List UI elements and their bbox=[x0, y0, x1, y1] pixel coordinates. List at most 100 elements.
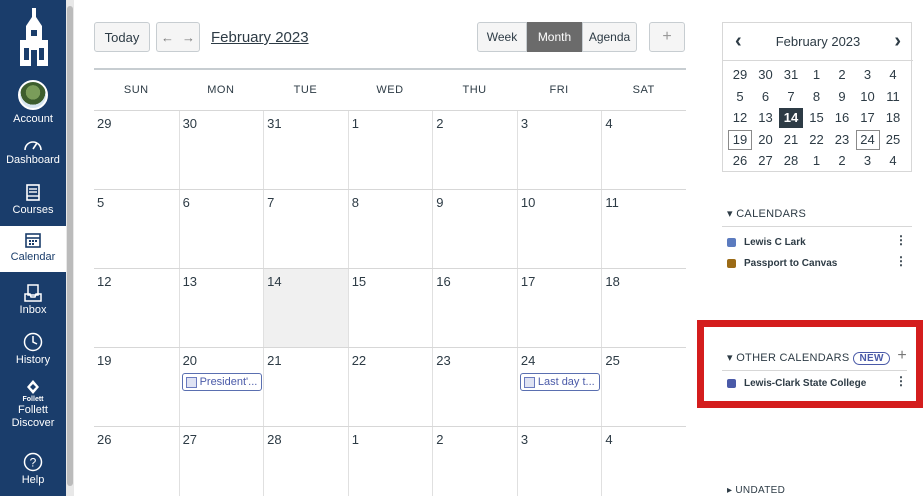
day-number[interactable]: 5 bbox=[97, 195, 104, 210]
mini-calendar-day[interactable]: 3 bbox=[856, 151, 880, 171]
calendar-item[interactable]: Lewis-Clark State College ⋮ bbox=[727, 374, 907, 392]
calendar-color-swatch[interactable] bbox=[727, 378, 736, 388]
day-cell[interactable]: 7 bbox=[263, 190, 348, 269]
nav-follett-discover[interactable]: Follett Follett Discover bbox=[0, 380, 66, 430]
mini-calendar-day[interactable]: 28 bbox=[779, 151, 803, 171]
mini-calendar-day[interactable]: 2 bbox=[830, 151, 854, 171]
nav-calendar[interactable]: Calendar bbox=[0, 226, 66, 272]
calendar-item[interactable]: Passport to Canvas ⋮ bbox=[727, 254, 907, 272]
mini-calendar-day[interactable]: 16 bbox=[830, 108, 854, 128]
add-event-button[interactable]: + bbox=[649, 22, 685, 52]
day-cell[interactable]: 17 bbox=[516, 269, 602, 348]
day-number[interactable]: 14 bbox=[267, 274, 281, 289]
day-number[interactable]: 29 bbox=[97, 116, 111, 131]
calendar-item[interactable]: Lewis C Lark ⋮ bbox=[727, 233, 907, 251]
day-cell[interactable]: 15 bbox=[347, 269, 433, 348]
day-cell[interactable]: 31 bbox=[263, 111, 348, 190]
day-number[interactable]: 28 bbox=[267, 432, 281, 447]
day-cell[interactable]: 10 bbox=[516, 190, 602, 269]
college-logo[interactable] bbox=[14, 6, 54, 68]
mini-calendar-day[interactable]: 4 bbox=[881, 151, 905, 171]
day-number[interactable]: 10 bbox=[521, 195, 535, 210]
day-number[interactable]: 23 bbox=[436, 353, 450, 368]
day-number[interactable]: 8 bbox=[352, 195, 359, 210]
month-title-link[interactable]: February 2023 bbox=[211, 29, 309, 46]
day-cell[interactable]: 6 bbox=[178, 190, 264, 269]
add-calendar-icon[interactable]: + bbox=[897, 347, 907, 365]
day-number[interactable]: 12 bbox=[97, 274, 111, 289]
mini-calendar-day[interactable]: 15 bbox=[805, 108, 829, 128]
mini-calendar-day[interactable]: 20 bbox=[754, 130, 778, 150]
prev-month-button[interactable]: ← bbox=[156, 22, 178, 52]
day-number[interactable]: 4 bbox=[605, 116, 612, 131]
day-number[interactable]: 30 bbox=[183, 116, 197, 131]
day-number[interactable]: 27 bbox=[183, 432, 197, 447]
mini-calendar-day[interactable]: 17 bbox=[856, 108, 880, 128]
calendar-color-swatch[interactable] bbox=[727, 258, 736, 268]
day-number[interactable]: 31 bbox=[267, 116, 281, 131]
mini-calendar-day[interactable]: 23 bbox=[830, 130, 854, 150]
day-number[interactable]: 25 bbox=[605, 353, 619, 368]
mini-calendar-day[interactable]: 2 bbox=[830, 65, 854, 85]
day-number[interactable]: 21 bbox=[267, 353, 281, 368]
week-view-tab[interactable]: Week bbox=[477, 22, 527, 52]
mini-calendar-day[interactable]: 12 bbox=[728, 108, 752, 128]
day-number[interactable]: 17 bbox=[521, 274, 535, 289]
mini-calendar-day[interactable]: 13 bbox=[754, 108, 778, 128]
day-number[interactable]: 19 bbox=[97, 353, 111, 368]
nav-scrollbar[interactable] bbox=[66, 0, 74, 496]
calendar-color-swatch[interactable] bbox=[727, 237, 736, 247]
day-number[interactable]: 1 bbox=[352, 116, 359, 131]
day-cell[interactable]: 18 bbox=[601, 269, 686, 348]
mini-calendar-day[interactable]: 5 bbox=[728, 87, 752, 107]
day-cell[interactable]: 22 bbox=[347, 348, 433, 427]
kebab-menu-icon[interactable]: ⋮ bbox=[895, 374, 907, 388]
other-calendars-section-title[interactable]: ▾ OTHER CALENDARS NEW + bbox=[727, 347, 907, 365]
day-cell[interactable]: 30 bbox=[178, 111, 264, 190]
nav-courses[interactable]: Courses bbox=[0, 184, 66, 216]
day-number[interactable]: 26 bbox=[97, 432, 111, 447]
mini-calendar-day[interactable]: 6 bbox=[754, 87, 778, 107]
today-button[interactable]: Today bbox=[94, 22, 150, 52]
day-cell[interactable]: 12 bbox=[94, 269, 179, 348]
mini-calendar-day[interactable]: 10 bbox=[856, 87, 880, 107]
mini-calendar-day[interactable]: 19 bbox=[728, 129, 752, 150]
day-cell[interactable]: 20 President'... bbox=[178, 348, 264, 427]
day-number[interactable]: 6 bbox=[183, 195, 190, 210]
day-number[interactable]: 3 bbox=[521, 116, 528, 131]
day-cell[interactable]: 28 bbox=[263, 427, 348, 496]
month-view-tab[interactable]: Month bbox=[527, 22, 582, 52]
mini-calendar-day[interactable]: 24 bbox=[855, 129, 880, 150]
nav-dashboard[interactable]: Dashboard bbox=[0, 136, 66, 166]
mini-calendar-day[interactable]: 26 bbox=[728, 151, 752, 171]
mini-calendar-day[interactable]: 21 bbox=[779, 130, 803, 150]
day-cell[interactable]: 25 bbox=[601, 348, 686, 427]
mini-calendar-day[interactable]: 9 bbox=[830, 87, 854, 107]
mini-calendar-day[interactable]: 31 bbox=[779, 65, 803, 85]
day-number[interactable]: 3 bbox=[521, 432, 528, 447]
day-cell[interactable]: 4 bbox=[601, 111, 686, 190]
day-number[interactable]: 7 bbox=[267, 195, 274, 210]
mini-calendar-day[interactable]: 14 bbox=[779, 108, 803, 128]
calendar-event[interactable]: President'... bbox=[181, 373, 262, 391]
day-number[interactable]: 15 bbox=[352, 274, 366, 289]
day-number[interactable]: 2 bbox=[436, 116, 443, 131]
kebab-menu-icon[interactable]: ⋮ bbox=[895, 254, 907, 268]
day-cell[interactable]: 3 bbox=[516, 111, 602, 190]
calendar-event[interactable]: Last day t... bbox=[519, 373, 600, 391]
mini-calendar-day[interactable]: 3 bbox=[856, 65, 880, 85]
mini-calendar-day[interactable]: 30 bbox=[754, 65, 778, 85]
agenda-view-tab[interactable]: Agenda bbox=[582, 22, 637, 52]
day-number[interactable]: 4 bbox=[605, 432, 612, 447]
day-number[interactable]: 1 bbox=[352, 432, 359, 447]
mini-calendar-day[interactable]: 29 bbox=[728, 65, 752, 85]
nav-history[interactable]: History bbox=[0, 332, 66, 366]
day-cell[interactable]: 14 bbox=[263, 269, 348, 348]
day-number[interactable]: 24 bbox=[521, 353, 535, 368]
next-month-button[interactable]: → bbox=[178, 22, 200, 52]
day-cell[interactable]: 13 bbox=[178, 269, 264, 348]
day-cell[interactable]: 23 bbox=[432, 348, 517, 427]
kebab-menu-icon[interactable]: ⋮ bbox=[895, 233, 907, 247]
day-cell[interactable]: 9 bbox=[432, 190, 517, 269]
day-cell[interactable]: 29 bbox=[94, 111, 179, 190]
